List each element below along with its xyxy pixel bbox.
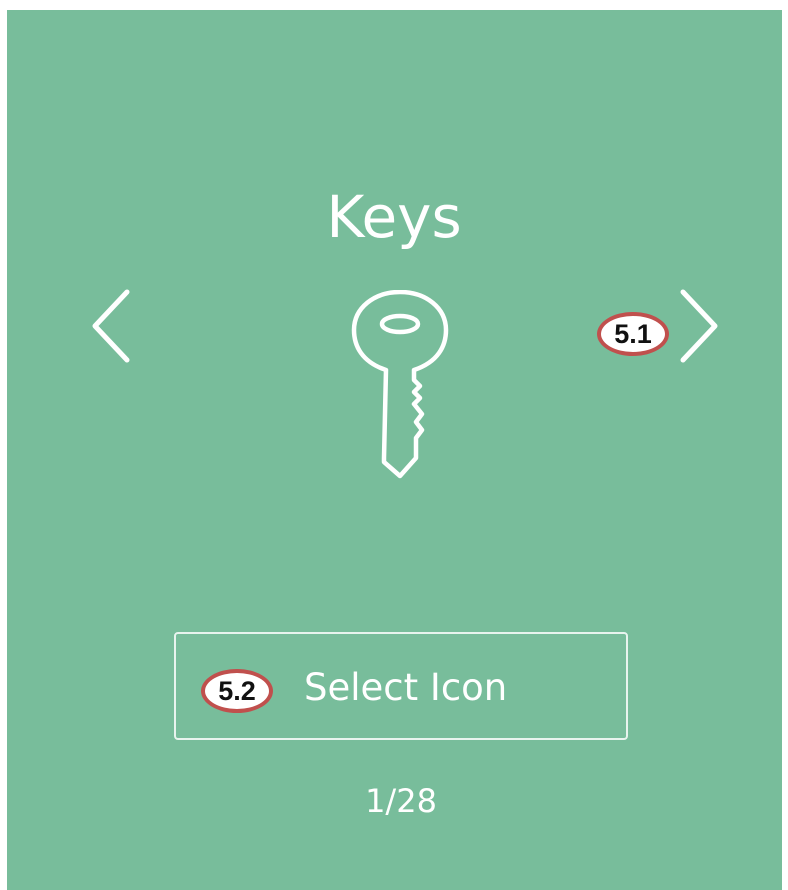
next-icon-button[interactable]: [670, 281, 730, 371]
previous-icon-button[interactable]: [80, 281, 140, 371]
chevron-right-icon: [680, 289, 718, 363]
select-button-callout: 5.2: [201, 669, 273, 713]
key-icon: [351, 290, 449, 479]
next-button-callout: 5.1: [597, 312, 669, 356]
chevron-left-icon: [92, 289, 130, 363]
icon-category-title: Keys: [326, 183, 462, 251]
icon-position-counter: 1/28: [365, 782, 437, 820]
select-icon-label: Select Icon: [304, 666, 508, 709]
